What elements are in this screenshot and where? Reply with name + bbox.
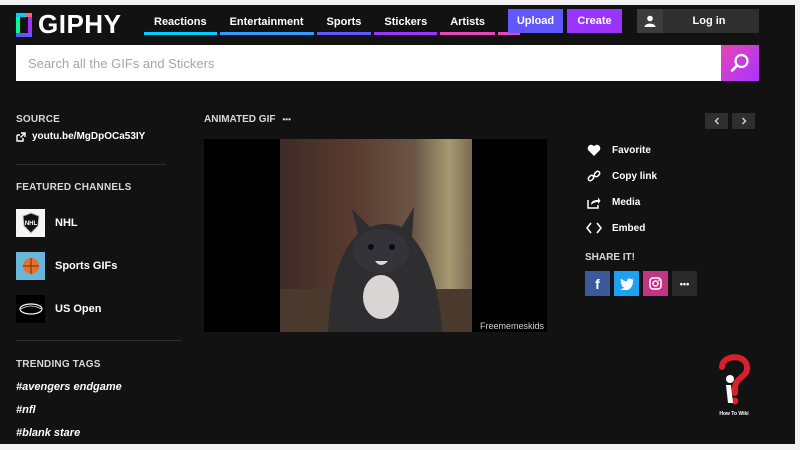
- instagram-share-button[interactable]: [643, 271, 668, 296]
- tag-link[interactable]: #nfl: [16, 404, 36, 416]
- link-icon: [586, 169, 602, 183]
- previous-button[interactable]: [705, 113, 728, 129]
- embed-label: Embed: [612, 222, 646, 234]
- source-link[interactable]: youtu.be/MgDpOCa53IY: [16, 131, 145, 142]
- copy-link-label: Copy link: [612, 170, 658, 182]
- divider: [16, 164, 166, 165]
- nav-reactions[interactable]: Reactions: [144, 11, 217, 35]
- share-heading: SHARE IT!: [585, 252, 635, 263]
- favorite-label: Favorite: [612, 144, 651, 156]
- question-mark-icon: How To Wiki: [719, 354, 750, 417]
- twitter-share-button[interactable]: [614, 271, 639, 296]
- favorite-button[interactable]: Favorite: [586, 143, 651, 157]
- source-heading: SOURCE: [16, 114, 60, 125]
- search-input[interactable]: [16, 45, 721, 81]
- channel-us-open[interactable]: US Open: [16, 295, 101, 323]
- media-button[interactable]: Media: [586, 195, 640, 209]
- giphy-logo-icon: [16, 12, 32, 37]
- nav-artists[interactable]: Artists: [440, 11, 496, 35]
- upload-button[interactable]: Upload: [508, 9, 563, 33]
- tag-link[interactable]: #avengers endgame: [16, 381, 122, 393]
- channel-label: US Open: [55, 303, 102, 315]
- channel-sports-gifs[interactable]: Sports GIFs: [16, 252, 117, 280]
- chevron-right-icon: [741, 117, 747, 125]
- divider: [16, 340, 181, 341]
- login-label: Log in: [692, 15, 726, 27]
- source-link-text: youtu.be/MgDpOCa53IY: [32, 131, 146, 142]
- more-share-button[interactable]: •••: [672, 271, 697, 296]
- nav-entertainment[interactable]: Entertainment: [219, 11, 314, 35]
- next-button[interactable]: [732, 113, 755, 129]
- channel-nhl[interactable]: NHL NHL: [16, 209, 78, 237]
- giphy-logo[interactable]: GIPHY: [16, 9, 121, 40]
- page: GIPHY Reactions Entertainment Sports Sti…: [0, 0, 800, 450]
- us-open-logo-icon: [16, 295, 45, 323]
- search-button[interactable]: [721, 45, 759, 81]
- gif-type-text: ANIMATED GIF: [204, 114, 276, 125]
- cat-gif-image: [280, 139, 472, 332]
- search-icon: [730, 53, 749, 72]
- nav-stickers[interactable]: Stickers: [374, 11, 438, 35]
- login-button[interactable]: Log in: [637, 9, 759, 33]
- source-section: SOURCE youtu.be/MgDpOCa53IY: [16, 114, 145, 142]
- instagram-icon: [649, 277, 662, 290]
- create-button[interactable]: Create: [567, 9, 622, 33]
- tag-link[interactable]: #blank stare: [16, 427, 80, 439]
- embed-button[interactable]: Embed: [586, 221, 645, 235]
- help-badge: How To Wiki: [714, 351, 754, 419]
- facebook-share-button[interactable]: f: [585, 271, 610, 296]
- chevron-left-icon: [713, 117, 719, 125]
- nhl-logo-icon: NHL: [16, 209, 45, 237]
- gif-type-label: ANIMATED GIF •••: [204, 114, 291, 125]
- gif-options-button[interactable]: •••: [282, 115, 290, 124]
- screen-border: [0, 444, 800, 450]
- copy-link-button[interactable]: Copy link: [586, 169, 657, 183]
- nav-sports[interactable]: Sports: [316, 11, 372, 35]
- heart-icon: [586, 143, 602, 157]
- trending-heading: TRENDING TAGS: [16, 359, 101, 370]
- code-icon: [586, 221, 602, 235]
- user-icon: [637, 9, 663, 33]
- media-label: Media: [612, 196, 641, 208]
- channel-label: NHL: [55, 217, 78, 229]
- gif-watermark: Freememeskids: [479, 321, 544, 331]
- share-out-icon: [586, 195, 602, 209]
- main-nav: Reactions Entertainment Sports Stickers …: [144, 11, 521, 35]
- channel-label: Sports GIFs: [55, 260, 118, 272]
- logo-text: GIPHY: [38, 9, 122, 39]
- more-dots-icon: •••: [679, 278, 690, 289]
- featured-heading: FEATURED CHANNELS: [16, 182, 132, 193]
- svg-text:NHL: NHL: [24, 221, 37, 227]
- gif-player[interactable]: Freememeskids: [204, 139, 547, 332]
- basketball-icon: [16, 252, 45, 280]
- facebook-icon: f: [595, 275, 600, 292]
- twitter-icon: [619, 277, 633, 290]
- gif-pager: [705, 113, 755, 129]
- external-link-icon: [16, 131, 26, 142]
- help-badge-caption: How To Wiki: [719, 411, 749, 417]
